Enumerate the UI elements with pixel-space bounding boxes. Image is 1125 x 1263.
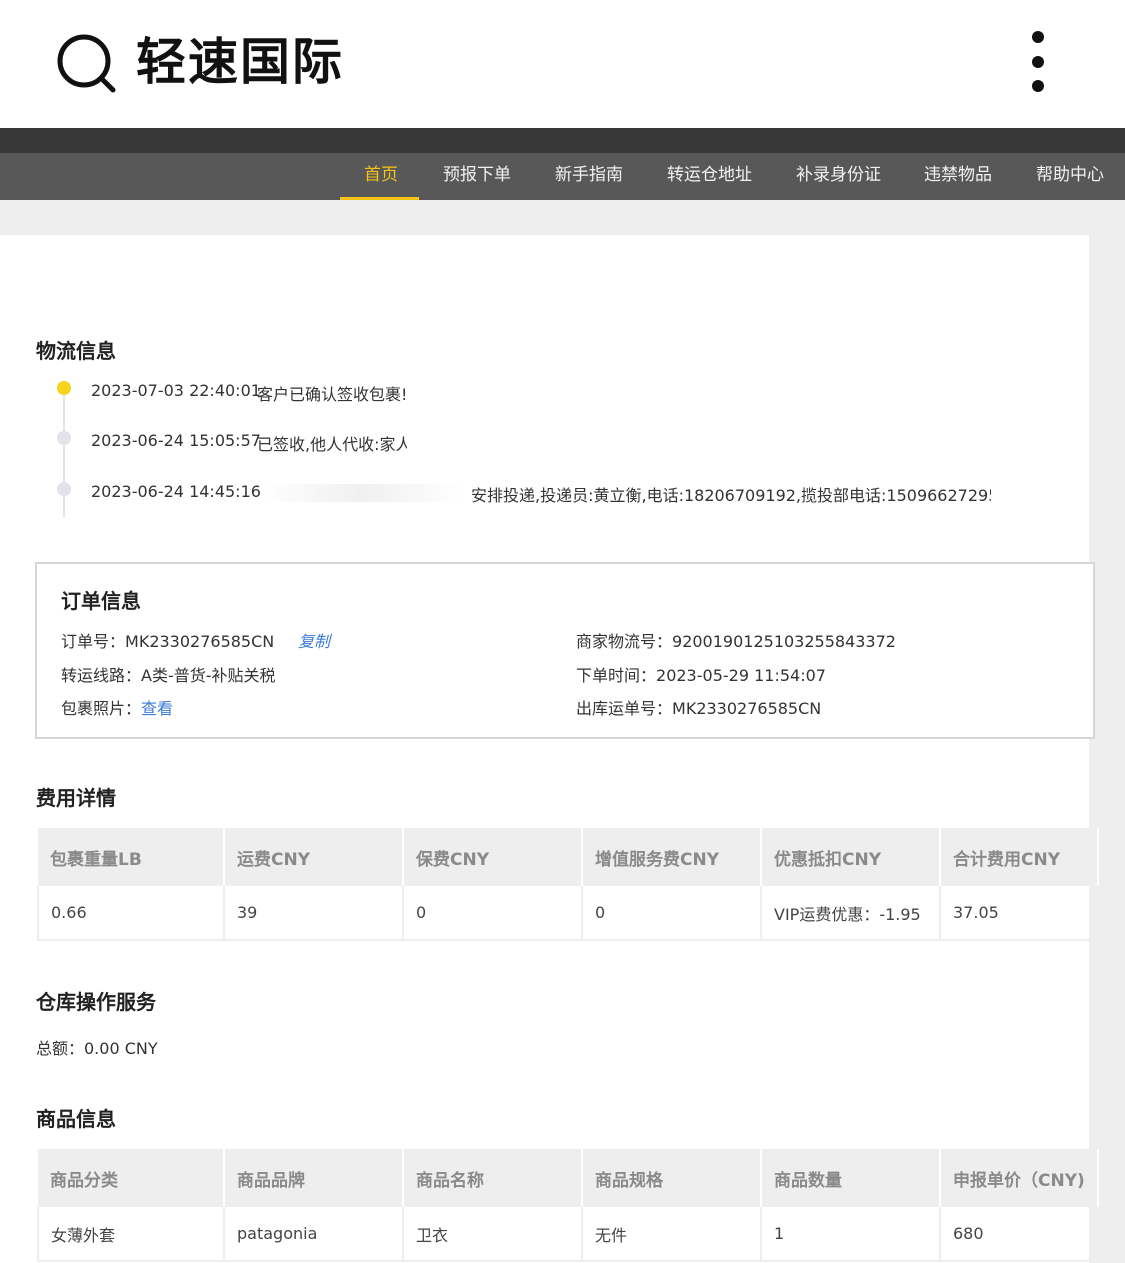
goods-table: 商品分类 商品品牌 商品名称 商品规格 商品数量 申报单价（CNY) 女薄外套 … [37,1149,1099,1262]
table-cell: 女薄外套 [37,1207,225,1262]
nav-item-id-card[interactable]: 补录身份证 [796,153,881,200]
event-text: 客户已确认签收包裹! [257,385,408,404]
fees-table: 包裹重量LB 运费CNY 保费CNY 增值服务费CNY 优惠抵扣CNY 合计费用… [37,828,1099,941]
table-cell: VIP运费优惠：-1.95 [761,886,941,941]
outbound-value: MK2330276585CN [672,699,822,718]
outbound-row: 出库运单号：MK2330276585CN [576,695,821,719]
merchant-tracking-row: 商家物流号：9200190125103255843372 [576,628,896,652]
column-header: 包裹重量LB [38,828,225,886]
column-header: 增值服务费CNY [582,828,762,886]
warehouse-title: 仓库操作服务 [36,990,156,1014]
timeline-dot [57,431,71,445]
column-header: 商品名称 [403,1149,583,1207]
nav-item-prohibited[interactable]: 违禁物品 [924,153,992,200]
outbound-label: 出库运单号： [576,699,673,718]
order-number-row: 订单号：MK2330276585CN [61,628,274,652]
column-header: 商品数量 [761,1149,941,1207]
table-header-row: 包裹重量LB 运费CNY 保费CNY 增值服务费CNY 优惠抵扣CNY 合计费用… [38,828,1099,886]
column-header: 保费CNY [403,828,583,886]
view-photo-link[interactable]: 查看 [141,699,173,718]
total-fee-cell: 37.05 [940,886,1099,941]
table-cell: 无件 [582,1207,762,1262]
timeline-line [63,387,65,517]
event-time: 2023-06-24 14:45:16 [91,482,261,501]
order-time-value: 2023-05-29 11:54:07 [656,666,826,685]
main-nav: 首页 预报下单 新手指南 转运仓地址 补录身份证 违禁物品 帮助中心 [0,153,1125,200]
table-cell: 680 [940,1207,1099,1262]
top-bar: 轻速国际 [0,0,1125,128]
column-header: 运费CNY [224,828,404,886]
table-row: 0.66 39 0 0 VIP运费优惠：-1.95 37.05 [37,886,1099,941]
warehouse-total: 总额：0.00 CNY [36,1039,158,1058]
merchant-tracking-value: 9200190125103255843372 [672,632,896,651]
order-number-label: 订单号： [61,632,126,651]
table-cell: patagonia [224,1207,404,1262]
event-text: 安排投递,投递员:黄立衡,电话:18206709192,揽投部电话:150966… [471,486,991,505]
search-icon[interactable] [56,33,116,93]
table-cell: 0.66 [37,886,225,941]
table-cell: 39 [224,886,404,941]
photo-row: 包裹照片：查看 [61,695,173,719]
table-cell: 卫衣 [403,1207,583,1262]
timeline-dot [57,482,71,496]
more-vertical-icon[interactable] [1022,28,1054,96]
table-cell: 0 [582,886,762,941]
column-header: 优惠抵扣CNY [761,828,941,886]
event-text: 已签收,他人代收:家人 [257,435,407,454]
nav-item-warehouse-address[interactable]: 转运仓地址 [667,153,752,200]
nav-strip [0,128,1125,153]
column-header: 合计费用CNY [940,828,1099,886]
nav-item-preorder[interactable]: 预报下单 [443,153,511,200]
nav-item-guide[interactable]: 新手指南 [555,153,623,200]
order-time-row: 下单时间：2023-05-29 11:54:07 [576,662,826,686]
column-header: 商品品牌 [224,1149,404,1207]
table-header-row: 商品分类 商品品牌 商品名称 商品规格 商品数量 申报单价（CNY) [38,1149,1099,1207]
nav-item-help[interactable]: 帮助中心 [1036,153,1104,200]
order-number: MK2330276585CN [125,632,275,651]
table-cell: 0 [403,886,583,941]
redacted-area [262,484,462,502]
logistics-title: 物流信息 [36,339,116,363]
route-label: 转运线路： [61,666,142,685]
brand-title: 轻速国际 [136,33,344,91]
nav-item-home[interactable]: 首页 [364,153,398,200]
column-header: 申报单价（CNY) [940,1149,1099,1207]
route-value: A类-普货-补贴关税 [141,666,276,685]
fees-title: 费用详情 [36,786,116,810]
copy-link[interactable]: 复制 [298,628,330,652]
goods-title: 商品信息 [36,1107,116,1131]
column-header: 商品规格 [582,1149,762,1207]
event-time: 2023-07-03 22:40:01 [91,381,261,400]
table-row: 女薄外套 patagonia 卫衣 无件 1 680 [37,1207,1099,1262]
order-info-title: 订单信息 [61,589,141,613]
order-time-label: 下单时间： [576,666,657,685]
route-row: 转运线路：A类-普货-补贴关税 [61,662,276,686]
event-time: 2023-06-24 15:05:57 [91,431,261,450]
merchant-tracking-label: 商家物流号： [576,632,673,651]
table-cell: 1 [761,1207,941,1262]
timeline-dot-current [57,381,71,395]
column-header: 商品分类 [38,1149,225,1207]
photo-label: 包裹照片： [61,699,142,718]
